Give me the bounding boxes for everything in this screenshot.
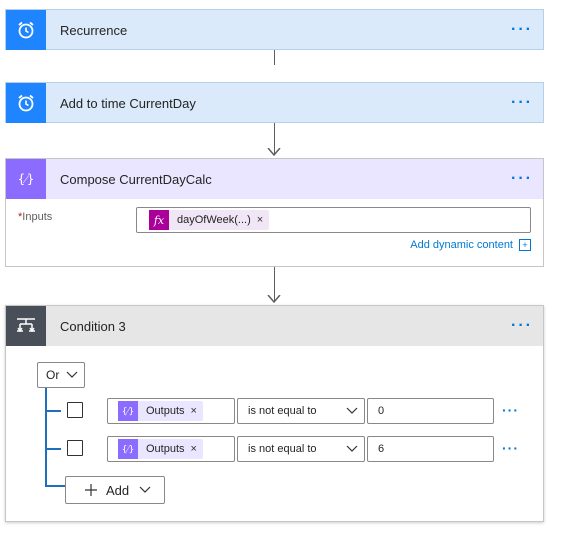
value-text: 6 (378, 443, 385, 455)
token-label: Outputs (146, 405, 185, 417)
chevron-down-icon (346, 407, 358, 414)
recurrence-header[interactable]: Recurrence (6, 10, 543, 50)
token-label: dayOfWeek(...) (177, 214, 251, 226)
row-more-options-button[interactable]: ··· (502, 402, 519, 418)
add-dynamic-content-label: Add dynamic content (410, 239, 513, 251)
inputs-field[interactable]: fx dayOfWeek(...) × (136, 207, 531, 233)
tree-branch (45, 485, 65, 487)
arrow-down-icon (267, 148, 281, 156)
tree-branch (45, 448, 61, 450)
connector-line (274, 50, 275, 65)
more-options-button[interactable]: ··· (511, 83, 533, 123)
inputs-label-text: Inputs (22, 211, 53, 223)
row-checkbox[interactable] (67, 402, 83, 418)
operator-value: Or (46, 368, 60, 382)
add-dynamic-content-icon: + (519, 239, 531, 251)
tree-connector (45, 388, 47, 486)
chevron-down-icon (66, 371, 78, 378)
recurrence-card[interactable]: Recurrence ··· (5, 9, 544, 50)
logic-operator-select[interactable]: Or (37, 362, 85, 388)
arrow-down-icon (267, 295, 281, 303)
comparator-select[interactable]: is not equal to (237, 436, 365, 462)
add-dynamic-content-link[interactable]: Add dynamic content + (410, 239, 531, 251)
outputs-token[interactable]: {⁄} Outputs × (118, 439, 203, 459)
card-title: Add to time CurrentDay (60, 95, 196, 111)
tree-branch (45, 410, 61, 412)
outputs-token[interactable]: {⁄} Outputs × (118, 401, 203, 421)
add-to-time-card[interactable]: Add to time CurrentDay ··· (5, 82, 544, 123)
condition-icon (6, 306, 46, 346)
compose-variable-icon: {⁄} (118, 439, 138, 459)
card-title: Compose CurrentDayCalc (60, 171, 212, 187)
alarm-clock-icon (6, 10, 46, 50)
remove-token-button[interactable]: × (257, 214, 269, 226)
row-checkbox[interactable] (67, 440, 83, 456)
compose-variable-icon: {⁄} (118, 401, 138, 421)
add-button-label: Add (106, 482, 130, 498)
more-options-button[interactable]: ··· (511, 10, 533, 50)
more-options-button[interactable]: ··· (511, 306, 533, 346)
card-title: Recurrence (60, 22, 128, 38)
condition-header[interactable]: Condition 3 ··· (6, 306, 543, 346)
remove-token-button[interactable]: × (191, 405, 203, 417)
fx-icon: fx (149, 210, 169, 230)
expression-token[interactable]: fx dayOfWeek(...) × (149, 210, 270, 230)
inputs-label: *Inputs (18, 211, 52, 223)
compose-card[interactable]: {⁄} Compose CurrentDayCalc ··· *Inputs f… (5, 158, 544, 267)
comparator-value: is not equal to (248, 405, 317, 417)
plus-icon (85, 484, 97, 496)
more-options-button[interactable]: ··· (511, 159, 533, 199)
condition-value-field[interactable]: 0 (367, 398, 494, 424)
compose-variable-icon: {⁄} (6, 159, 46, 199)
svg-text:{⁄}: {⁄} (18, 172, 34, 186)
card-title: Condition 3 (60, 318, 126, 334)
alarm-clock-icon (6, 83, 46, 123)
comparator-select[interactable]: is not equal to (237, 398, 365, 424)
chevron-down-icon (139, 486, 151, 493)
condition-value-field[interactable]: 6 (367, 436, 494, 462)
chevron-down-icon (346, 445, 358, 452)
comparator-value: is not equal to (248, 443, 317, 455)
value-text: 0 (378, 405, 385, 417)
add-condition-button[interactable]: Add (65, 476, 165, 504)
compose-header[interactable]: {⁄} Compose CurrentDayCalc ··· (6, 159, 543, 199)
condition-left-field[interactable]: {⁄} Outputs × (107, 436, 235, 462)
row-more-options-button[interactable]: ··· (502, 440, 519, 456)
remove-token-button[interactable]: × (191, 443, 203, 455)
condition-left-field[interactable]: {⁄} Outputs × (107, 398, 235, 424)
token-label: Outputs (146, 443, 185, 455)
add-to-time-header[interactable]: Add to time CurrentDay (6, 83, 543, 123)
